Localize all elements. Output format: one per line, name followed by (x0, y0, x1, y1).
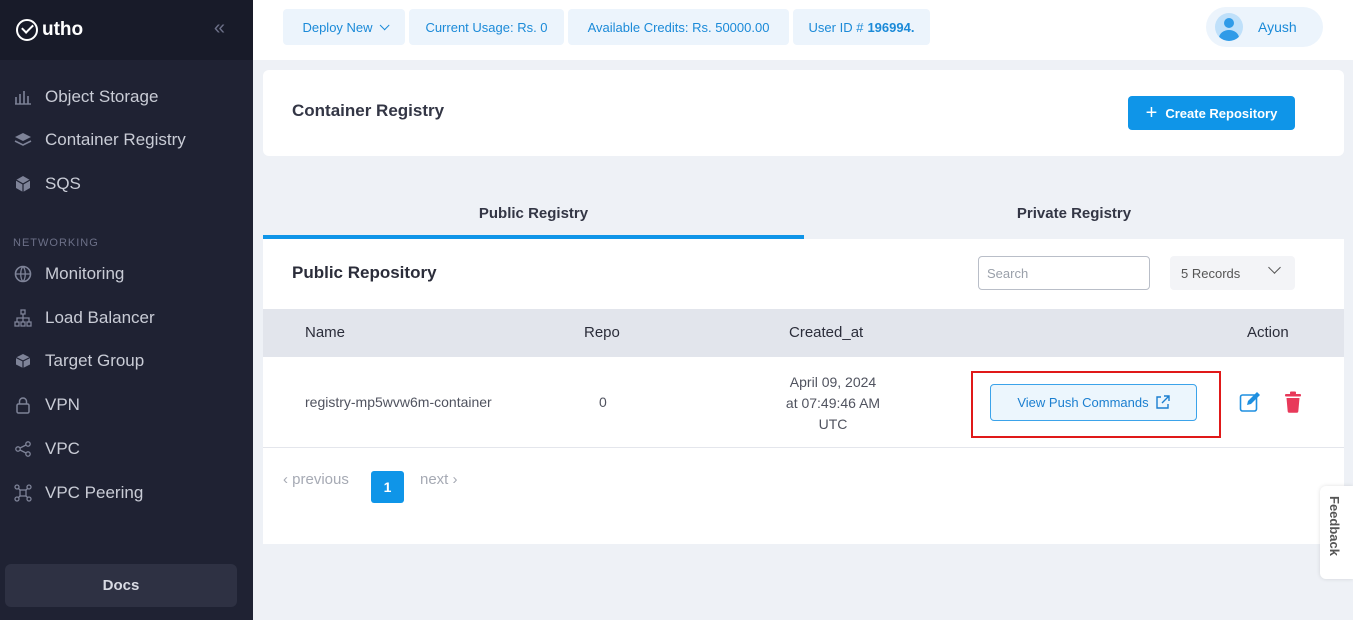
edit-icon[interactable] (1239, 391, 1261, 413)
feedback-tab[interactable]: Feedback (1320, 486, 1353, 579)
tab-public-registry[interactable]: Public Registry (263, 190, 804, 236)
page-title: Container Registry (292, 101, 445, 120)
panel-title: Public Repository (292, 263, 437, 282)
sidebar-item-label: Object Storage (45, 87, 159, 106)
deploy-new-dropdown[interactable]: Deploy New (283, 9, 405, 45)
logo-check-icon (16, 19, 38, 41)
current-usage[interactable]: Current Usage: Rs. 0 (409, 9, 564, 45)
page-header-card: Container Registry + Create Repository (263, 70, 1344, 156)
tab-private-registry[interactable]: Private Registry (804, 190, 1344, 236)
delete-icon[interactable] (1283, 391, 1303, 413)
records-label: 5 Records (1181, 265, 1241, 281)
sidebar-item-vpc-peering[interactable]: VPC Peering (0, 476, 253, 510)
external-link-icon (1155, 395, 1170, 410)
column-header-repo: Repo (584, 324, 620, 341)
sidebar-item-label: Container Registry (45, 130, 186, 149)
sidebar-item-load-balancer[interactable]: Load Balancer (0, 301, 253, 335)
user-id-prefix: User ID # (808, 19, 864, 35)
avatar (1215, 13, 1243, 41)
sidebar-item-vpc[interactable]: VPC (0, 432, 253, 466)
sidebar-item-target-group[interactable]: Target Group (0, 344, 253, 378)
sidebar: utho « Object Storage Container Registry… (0, 0, 253, 620)
sidebar-header: utho « (0, 0, 253, 60)
sidebar-item-monitoring[interactable]: Monitoring (0, 257, 253, 291)
sidebar-item-label: SQS (45, 174, 81, 193)
top-bar: Deploy New Current Usage: Rs. 0 Availabl… (253, 0, 1353, 60)
cube-icon (13, 174, 33, 194)
sidebar-item-label: Load Balancer (45, 308, 155, 327)
deploy-new-label: Deploy New (302, 19, 373, 35)
brand-logo[interactable]: utho (16, 19, 83, 41)
repository-repo-count: 0 (599, 394, 607, 410)
docs-button[interactable]: Docs (5, 564, 237, 607)
table-header: Name Repo Created_at Action (263, 309, 1344, 357)
available-credits-label: Available Credits: Rs. 50000.00 (587, 19, 770, 35)
share-icon (13, 439, 33, 459)
feedback-label: Feedback (1327, 496, 1342, 556)
sidebar-item-container-registry[interactable]: Container Registry (0, 123, 253, 157)
created-time: at 07:49:46 AM (785, 395, 881, 411)
plus-icon: + (1145, 102, 1158, 124)
user-id-value: 196994. (867, 19, 915, 35)
pagination-page-1[interactable]: 1 (371, 471, 404, 503)
brand-name: utho (42, 19, 84, 40)
peering-icon (13, 483, 33, 503)
create-repository-button[interactable]: + Create Repository (1128, 96, 1295, 130)
network-icon (13, 308, 33, 328)
repository-created-at: April 09, 2024 at 07:49:46 AM UTC (763, 372, 903, 435)
column-header-action: Action (1247, 324, 1289, 341)
view-push-commands-button[interactable]: View Push Commands (990, 384, 1197, 421)
user-id: User ID # 196994. (793, 9, 930, 45)
column-header-name: Name (305, 324, 346, 341)
object-storage-icon (13, 87, 33, 107)
search-input[interactable] (978, 256, 1150, 290)
chevron-down-icon (1268, 261, 1281, 274)
repository-name: registry-mp5wvw6m-container (305, 394, 492, 410)
current-usage-label: Current Usage: Rs. 0 (425, 19, 548, 35)
collapse-sidebar-icon[interactable]: « (214, 17, 225, 40)
sidebar-item-object-storage[interactable]: Object Storage (0, 80, 253, 114)
chevron-down-icon (379, 19, 390, 30)
user-name: Ayush (1258, 19, 1297, 35)
create-repository-label: Create Repository (1165, 105, 1278, 121)
globe-icon (13, 264, 33, 284)
sidebar-item-label: VPN (45, 395, 80, 414)
sidebar-item-label: VPC Peering (45, 483, 144, 502)
table-row: registry-mp5wvw6m-container 0 April 09, … (263, 357, 1344, 448)
column-header-created-at: Created_at (789, 324, 864, 341)
section-networking: NETWORKING (13, 237, 99, 249)
lock-icon (13, 395, 33, 415)
sidebar-item-vpn[interactable]: VPN (0, 388, 253, 422)
created-timezone: UTC (818, 416, 848, 432)
records-per-page-select[interactable]: 5 Records (1170, 256, 1295, 290)
pagination-previous[interactable]: ‹ previous (283, 471, 349, 488)
pagination-next[interactable]: next › (420, 471, 458, 488)
sidebar-item-label: Target Group (45, 351, 145, 370)
view-push-commands-label: View Push Commands (1017, 395, 1149, 410)
available-credits[interactable]: Available Credits: Rs. 50000.00 (568, 9, 789, 45)
user-menu[interactable]: Ayush (1206, 7, 1323, 47)
created-date: April 09, 2024 (789, 374, 877, 390)
box-icon (13, 351, 33, 371)
layers-icon (13, 130, 33, 150)
sidebar-item-label: VPC (45, 439, 80, 458)
sidebar-item-sqs[interactable]: SQS (0, 167, 253, 201)
repository-panel: Public Repository 5 Records Name Repo Cr… (263, 239, 1344, 544)
sidebar-item-label: Monitoring (45, 264, 125, 283)
